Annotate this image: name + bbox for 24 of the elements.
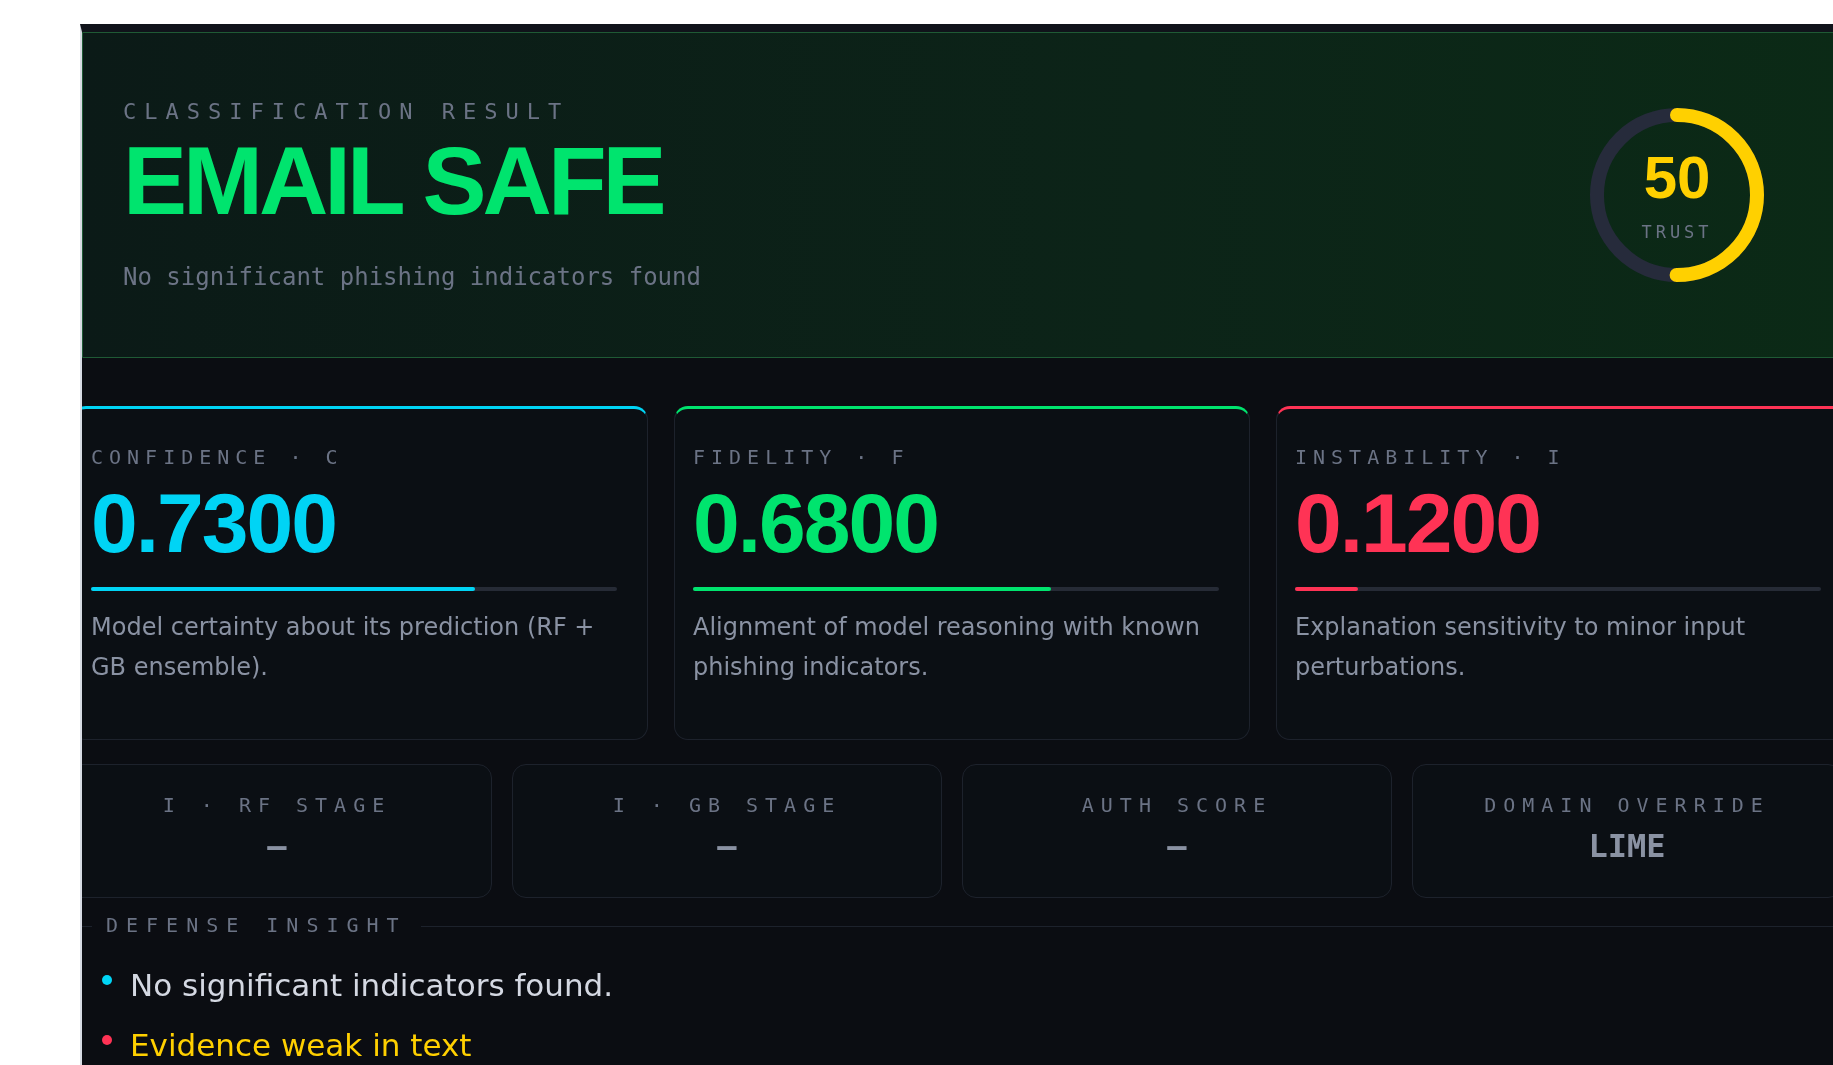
metric-label: CONFIDENCE · C: [91, 445, 345, 469]
insight-text: Evidence weak in text: [130, 1027, 472, 1063]
metric-label: FIDELITY · F: [693, 445, 911, 469]
result-eyebrow: CLASSIFICATION RESULT: [123, 98, 571, 124]
insight-text: No significant indicators found.: [130, 967, 614, 1003]
stage-label: AUTH SCORE: [1081, 793, 1273, 817]
stage-value: –: [267, 827, 287, 865]
result-summary: No significant phishing indicators found: [123, 263, 701, 292]
metric-description: Model certainty about its prediction (RF + GB ensemble).: [91, 612, 596, 684]
trust-label: TRUST: [1641, 222, 1713, 242]
metric-value: 0.6800: [693, 477, 939, 570]
stage-label: I · RF STAGE: [162, 793, 392, 817]
metric-value: 0.1200: [1295, 477, 1541, 570]
metric-value: 0.7300: [91, 477, 337, 570]
stage-value: –: [1167, 827, 1187, 865]
trust-score: 50: [1643, 148, 1711, 208]
stage-value: LIME: [1588, 827, 1666, 865]
stage-label: DOMAIN OVERRIDE: [1484, 793, 1770, 817]
metric-description: Explanation sensitivity to minor input perturbations.: [1295, 612, 1747, 684]
verdict-title: EMAIL SAFE: [123, 127, 664, 234]
metric-description: Alignment of model reasoning with known phishing indicators.: [693, 612, 1201, 684]
metric-label: INSTABILITY · I: [1295, 445, 1567, 469]
stage-value: –: [717, 827, 737, 865]
stage-label: I · GB STAGE: [612, 793, 842, 817]
